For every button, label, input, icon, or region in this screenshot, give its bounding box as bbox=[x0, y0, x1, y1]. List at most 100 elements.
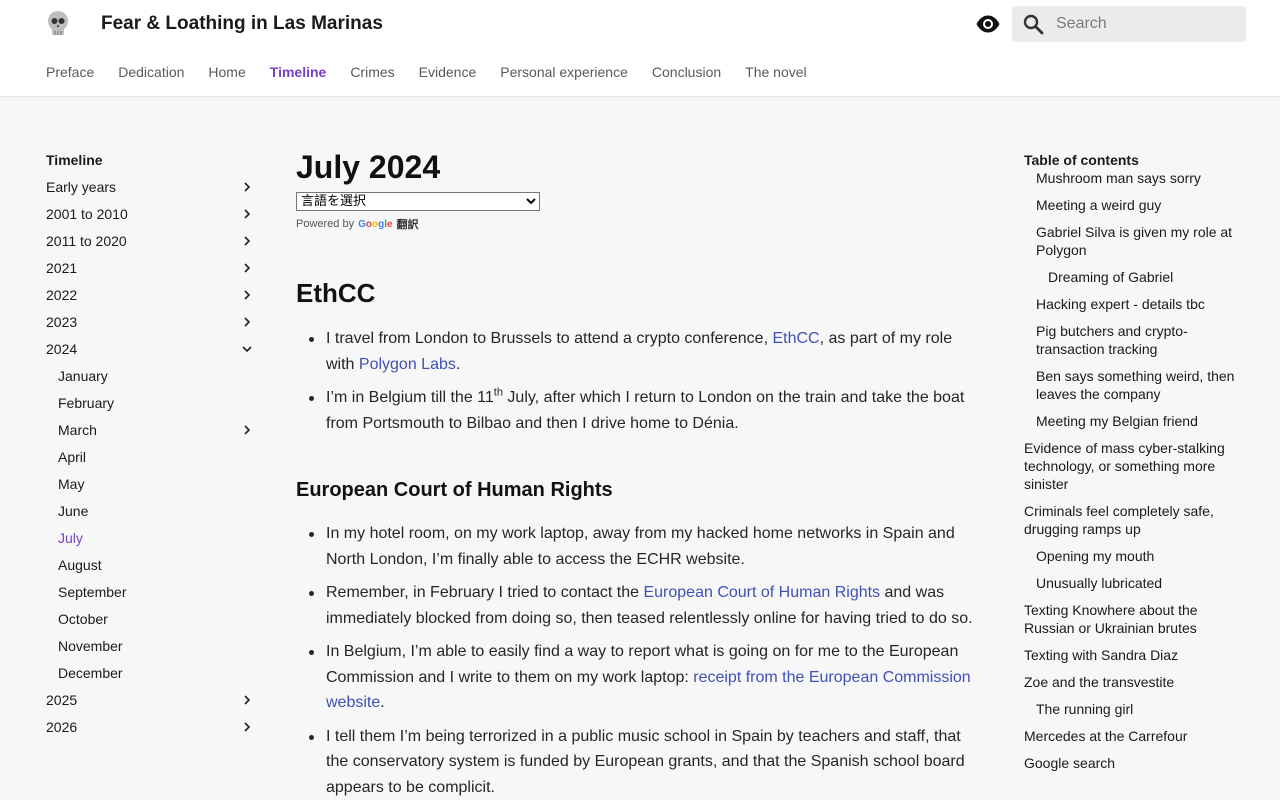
sidebar-list: Early years 2001 to 2010 2011 to 2020 2021 2… bbox=[46, 178, 256, 745]
sidebar-item-label: October bbox=[58, 611, 108, 627]
sidebar-item-label: July bbox=[58, 530, 83, 546]
sidebar-item-label: January bbox=[58, 368, 108, 384]
heading-ethcc: EthCC bbox=[296, 278, 376, 308]
sidebar-item-january[interactable]: January bbox=[46, 367, 256, 394]
powered-by-google: Powered by Google 翻訳 bbox=[296, 216, 976, 232]
toc-item[interactable]: Ben says something weird, then leaves th… bbox=[1024, 367, 1240, 403]
sidebar-item-2025[interactable]: 2025 bbox=[46, 691, 256, 718]
skull-icon[interactable] bbox=[44, 8, 74, 40]
search-box[interactable] bbox=[1012, 6, 1246, 42]
ethcc-list: I travel from London to Brussels to atte… bbox=[296, 326, 976, 436]
main-tabs: Preface Dedication Home Timeline Crimes … bbox=[46, 64, 807, 80]
echr-link[interactable]: European Court of Human Rights bbox=[643, 584, 880, 601]
chevron-down-icon[interactable] bbox=[240, 342, 254, 356]
list-item: I tell them I’m being terrorized in a pu… bbox=[309, 724, 976, 800]
list-item: Remember, in February I tried to contact… bbox=[309, 580, 976, 631]
chevron-right-icon[interactable] bbox=[240, 180, 254, 194]
sidebar-item-march[interactable]: March bbox=[46, 421, 256, 448]
sidebar-item-label: December bbox=[58, 665, 123, 681]
sidebar-item-label: 2022 bbox=[46, 287, 78, 303]
page-title: July 2024 bbox=[296, 149, 441, 185]
sidebar-item-label: 2021 bbox=[46, 260, 78, 276]
sidebar-item-february[interactable]: February bbox=[46, 394, 256, 421]
toc-item[interactable]: Mushroom man says sorry bbox=[1024, 169, 1240, 187]
sidebar-item-2022[interactable]: 2022 bbox=[46, 286, 256, 313]
sidebar-item-label: 2001 to 2010 bbox=[46, 206, 128, 222]
tab-crimes[interactable]: Crimes bbox=[350, 64, 394, 80]
toc-item[interactable]: Meeting a weird guy bbox=[1024, 196, 1240, 214]
site-title[interactable]: Fear & Loathing in Las Marinas bbox=[101, 13, 383, 35]
chevron-right-icon[interactable] bbox=[240, 720, 254, 734]
tab-home[interactable]: Home bbox=[208, 64, 245, 80]
chevron-right-icon[interactable] bbox=[240, 207, 254, 221]
tab-dedication[interactable]: Dedication bbox=[118, 64, 184, 80]
chevron-right-icon[interactable] bbox=[240, 234, 254, 248]
chevron-right-icon[interactable] bbox=[240, 261, 254, 275]
polygon-labs-link[interactable]: Polygon Labs bbox=[359, 356, 456, 373]
sidebar-item-label: September bbox=[58, 584, 127, 600]
toc-item[interactable]: Pig butchers and crypto-transaction trac… bbox=[1024, 322, 1240, 358]
main-content: July 2024 言語を選択 Powered by Google 翻訳 Eth… bbox=[296, 148, 976, 800]
toc-item[interactable]: Dreaming of Gabriel bbox=[1024, 268, 1240, 286]
sidebar-item-october[interactable]: October bbox=[46, 610, 256, 637]
site-header: Fear & Loathing in Las Marinas Preface D… bbox=[0, 0, 1280, 97]
toc-item[interactable]: Texting with Sandra Diaz bbox=[1024, 646, 1240, 664]
tab-evidence[interactable]: Evidence bbox=[419, 64, 477, 80]
sidebar-item-september[interactable]: September bbox=[46, 583, 256, 610]
tab-personal-experience[interactable]: Personal experience bbox=[500, 64, 628, 80]
translate-link[interactable]: 翻訳 bbox=[397, 216, 419, 232]
search-icon bbox=[1022, 13, 1044, 35]
sidebar-item-april[interactable]: April bbox=[46, 448, 256, 475]
sidebar-item-label: June bbox=[58, 503, 89, 519]
toc-item[interactable]: Zoe and the transvestite bbox=[1024, 673, 1240, 691]
toc-item[interactable]: Mercedes at the Carrefour bbox=[1024, 727, 1240, 745]
sidebar-item-2026[interactable]: 2026 bbox=[46, 718, 256, 745]
google-logo[interactable]: Google bbox=[358, 219, 392, 230]
sidebar-item-2021[interactable]: 2021 bbox=[46, 259, 256, 286]
tab-preface[interactable]: Preface bbox=[46, 64, 94, 80]
toc-item[interactable]: Evidence of mass cyber-stalking technolo… bbox=[1024, 439, 1240, 493]
toc-item[interactable]: Opening my mouth bbox=[1024, 547, 1240, 565]
sidebar-item-august[interactable]: August bbox=[46, 556, 256, 583]
tab-the-novel[interactable]: The novel bbox=[745, 64, 806, 80]
sidebar-item-early-years[interactable]: Early years bbox=[46, 178, 256, 205]
heading-echr: European Court of Human Rights bbox=[296, 479, 613, 501]
tab-timeline[interactable]: Timeline bbox=[270, 64, 327, 80]
sidebar-item-label: August bbox=[58, 557, 102, 573]
sidebar-item-2024[interactable]: 2024 bbox=[46, 340, 256, 367]
toc-item[interactable]: Unusually lubricated bbox=[1024, 574, 1240, 592]
search-input[interactable] bbox=[1056, 6, 1242, 42]
toc-item[interactable]: Gabriel Silva is given my role at Polygo… bbox=[1024, 223, 1240, 259]
tab-conclusion[interactable]: Conclusion bbox=[652, 64, 721, 80]
sidebar-item-label: February bbox=[58, 395, 115, 411]
chevron-right-icon[interactable] bbox=[240, 288, 254, 302]
toc-item[interactable]: Hacking expert - details tbc bbox=[1024, 295, 1240, 313]
toc-item[interactable]: Texting Knowhere about the Russian or Uk… bbox=[1024, 601, 1240, 637]
sidebar-item-may[interactable]: May bbox=[46, 475, 256, 502]
chevron-right-icon[interactable] bbox=[240, 693, 254, 707]
sidebar-item-2001-to-2010[interactable]: 2001 to 2010 bbox=[46, 205, 256, 232]
toc-list: Mushroom man says sorry Meeting a weird g… bbox=[1024, 169, 1240, 772]
toc-item[interactable]: Criminals feel completely safe, drugging… bbox=[1024, 502, 1240, 538]
eye-icon[interactable] bbox=[975, 12, 1001, 36]
sidebar-item-label: 2023 bbox=[46, 314, 78, 330]
toc-item[interactable]: Google search bbox=[1024, 754, 1240, 772]
powered-by-label: Powered by bbox=[296, 218, 355, 230]
sidebar-item-december[interactable]: December bbox=[46, 664, 256, 691]
ethcc-link[interactable]: EthCC bbox=[772, 330, 819, 347]
sidebar-item-july[interactable]: July bbox=[46, 529, 256, 556]
sidebar-item-label: 2011 to 2020 bbox=[46, 233, 127, 249]
toc-item[interactable]: The running girl bbox=[1024, 700, 1240, 718]
sidebar-item-november[interactable]: November bbox=[46, 637, 256, 664]
language-select[interactable]: 言語を選択 bbox=[296, 192, 540, 211]
list-item: I’m in Belgium till the 11th July, after… bbox=[309, 385, 976, 436]
sidebar-item-june[interactable]: June bbox=[46, 502, 256, 529]
sidebar-item-2011-to-2020[interactable]: 2011 to 2020 bbox=[46, 232, 256, 259]
sidebar-title[interactable]: Timeline bbox=[46, 151, 256, 169]
echr-list: In my hotel room, on my work laptop, awa… bbox=[296, 521, 976, 800]
chevron-right-icon[interactable] bbox=[240, 315, 254, 329]
chevron-right-icon[interactable] bbox=[240, 423, 254, 437]
sidebar-item-2023[interactable]: 2023 bbox=[46, 313, 256, 340]
toc-item[interactable]: Meeting my Belgian friend bbox=[1024, 412, 1240, 430]
sidebar-item-label: April bbox=[58, 449, 87, 465]
